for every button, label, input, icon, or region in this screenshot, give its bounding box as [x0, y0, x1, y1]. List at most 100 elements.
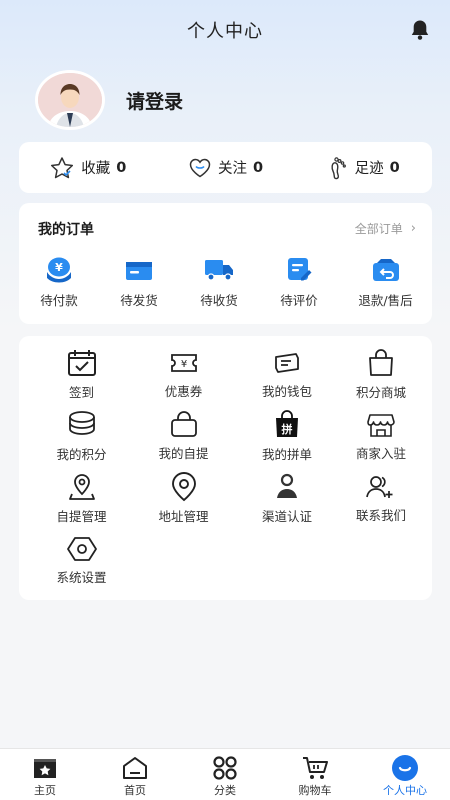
service-label: 自提管理: [56, 509, 107, 524]
footprint-icon: [331, 156, 346, 179]
wallet-icon: [272, 348, 302, 377]
following-stat[interactable]: 关注 0: [157, 157, 295, 179]
footprint-label: 足迹: [354, 161, 384, 177]
edit-note-icon: [285, 255, 313, 285]
basket-icon: [169, 410, 199, 439]
order-pending-receipt[interactable]: 待收货: [179, 255, 259, 309]
tab-profile-label: 个人中心: [383, 784, 427, 797]
svg-text:拼: 拼: [282, 422, 293, 436]
service-my-points[interactable]: 我的积分: [31, 410, 132, 462]
order-status-row: ¥ 待付款 待发货 待收货 待评价 退款/售后: [19, 255, 432, 309]
service-points-mall[interactable]: 积分商城: [339, 348, 423, 400]
tab-main-label: 主页: [34, 784, 56, 797]
orders-title: 我的订单: [38, 222, 94, 238]
refund-icon: [371, 255, 401, 285]
service-label: 联系我们: [355, 508, 406, 523]
coupon-icon: ¥: [169, 348, 199, 377]
service-group-buy[interactable]: 拼 我的拼单: [235, 410, 339, 462]
truck-icon: [203, 255, 235, 285]
calendar-check-icon: [66, 348, 98, 378]
service-label: 积分商城: [355, 385, 406, 400]
service-label: 系统设置: [56, 570, 107, 585]
user-verify-icon: [272, 472, 302, 502]
service-label: 地址管理: [158, 509, 209, 524]
service-label: 渠道认证: [261, 509, 312, 524]
following-label: 关注: [217, 161, 247, 177]
avatar[interactable]: [38, 73, 102, 127]
order-refund[interactable]: 退款/售后: [339, 255, 432, 309]
tab-main[interactable]: 主页: [0, 749, 90, 800]
order-pending-payment[interactable]: ¥ 待付款: [19, 255, 99, 309]
login-prompt[interactable]: 请登录: [126, 87, 183, 114]
service-my-pickup[interactable]: 我的自提: [132, 410, 235, 462]
footprint-stat[interactable]: 足迹 0: [294, 156, 432, 180]
favorites-count: 0: [116, 159, 127, 176]
svg-text:¥: ¥: [180, 359, 186, 370]
category-icon: [212, 755, 238, 781]
pickup-location-icon: [67, 472, 97, 502]
service-label: 我的自提: [158, 446, 209, 461]
view-all-orders-label: 全部订单: [354, 222, 403, 236]
tab-category-label: 分类: [214, 784, 236, 797]
service-label: 商家入驻: [355, 446, 406, 461]
view-all-orders-link[interactable]: 全部订单 ›: [355, 220, 416, 237]
tab-home[interactable]: 首页: [90, 749, 180, 800]
yen-wallet-icon: ¥: [44, 255, 74, 285]
favorites-stat[interactable]: 收藏 0: [19, 156, 157, 180]
service-check-in[interactable]: 签到: [31, 348, 132, 400]
service-merchant-join[interactable]: 商家入驻: [339, 410, 423, 462]
order-pending-shipment[interactable]: 待发货: [99, 255, 179, 309]
bottom-tab-bar: 主页 首页 分类 购物车 个人中心: [0, 748, 450, 800]
service-label: 优惠券: [164, 384, 203, 399]
coin-stack-icon: [66, 410, 98, 440]
order-pending-review-label: 待评价: [280, 293, 318, 308]
bell-icon[interactable]: [410, 19, 430, 41]
stats-card: 收藏 0 关注 0 足迹 0: [19, 142, 432, 193]
map-pin-icon: [169, 472, 199, 502]
service-label: 签到: [68, 385, 94, 400]
chevron-right-icon: ›: [410, 221, 416, 236]
svg-text:¥: ¥: [55, 261, 63, 274]
tab-category[interactable]: 分类: [180, 749, 270, 800]
profile-section[interactable]: 请登录: [38, 73, 183, 127]
orders-card: 我的订单 全部订单 › ¥ 待付款 待发货 待收货 待评价 退款/售后: [19, 203, 432, 324]
order-pending-receipt-label: 待收货: [200, 293, 238, 308]
order-pending-payment-label: 待付款: [40, 293, 78, 308]
tab-profile[interactable]: 个人中心: [360, 749, 450, 800]
tab-cart[interactable]: 购物车: [270, 749, 360, 800]
following-count: 0: [252, 159, 264, 176]
order-pending-shipment-label: 待发货: [120, 293, 158, 308]
footprint-count: 0: [389, 159, 400, 176]
group-buy-icon: 拼: [272, 410, 302, 440]
services-card: 签到 ¥ 优惠券 我的钱包 积分商城 我的积分 我的自提 拼 我的拼单 商家入驻…: [19, 336, 432, 600]
store-icon: [366, 410, 396, 439]
home-star-icon: [32, 755, 58, 781]
settings-hexagon-icon: [66, 534, 98, 563]
services-grid: 签到 ¥ 优惠券 我的钱包 积分商城 我的积分 我的自提 拼 我的拼单 商家入驻…: [31, 348, 423, 586]
service-channel-verification[interactable]: 渠道认证: [235, 472, 339, 524]
top-bar: 个人中心: [0, 0, 450, 60]
service-contact-us[interactable]: 联系我们: [339, 472, 423, 524]
order-pending-review[interactable]: 待评价: [259, 255, 339, 309]
service-label: 我的拼单: [261, 447, 312, 462]
heart-icon: [189, 158, 211, 177]
home-icon: [121, 755, 149, 781]
service-wallet[interactable]: 我的钱包: [235, 348, 339, 400]
service-pickup-management[interactable]: 自提管理: [31, 472, 132, 524]
service-label: 我的钱包: [261, 384, 312, 399]
service-address-management[interactable]: 地址管理: [132, 472, 235, 524]
page-title: 个人中心: [187, 21, 263, 42]
order-refund-label: 退款/售后: [358, 293, 413, 308]
cart-icon: [301, 755, 329, 781]
tab-home-label: 首页: [124, 784, 146, 797]
star-icon: [51, 156, 74, 178]
avatar-person-icon: [38, 73, 102, 127]
profile-smile-icon: [391, 755, 419, 781]
shopping-bag-icon: [366, 348, 396, 378]
service-label: 我的积分: [56, 447, 107, 462]
tab-cart-label: 购物车: [298, 784, 332, 797]
service-coupons[interactable]: ¥ 优惠券: [132, 348, 235, 400]
favorites-label: 收藏: [81, 161, 111, 177]
service-system-settings[interactable]: 系统设置: [31, 534, 132, 586]
contact-users-icon: [365, 472, 397, 501]
